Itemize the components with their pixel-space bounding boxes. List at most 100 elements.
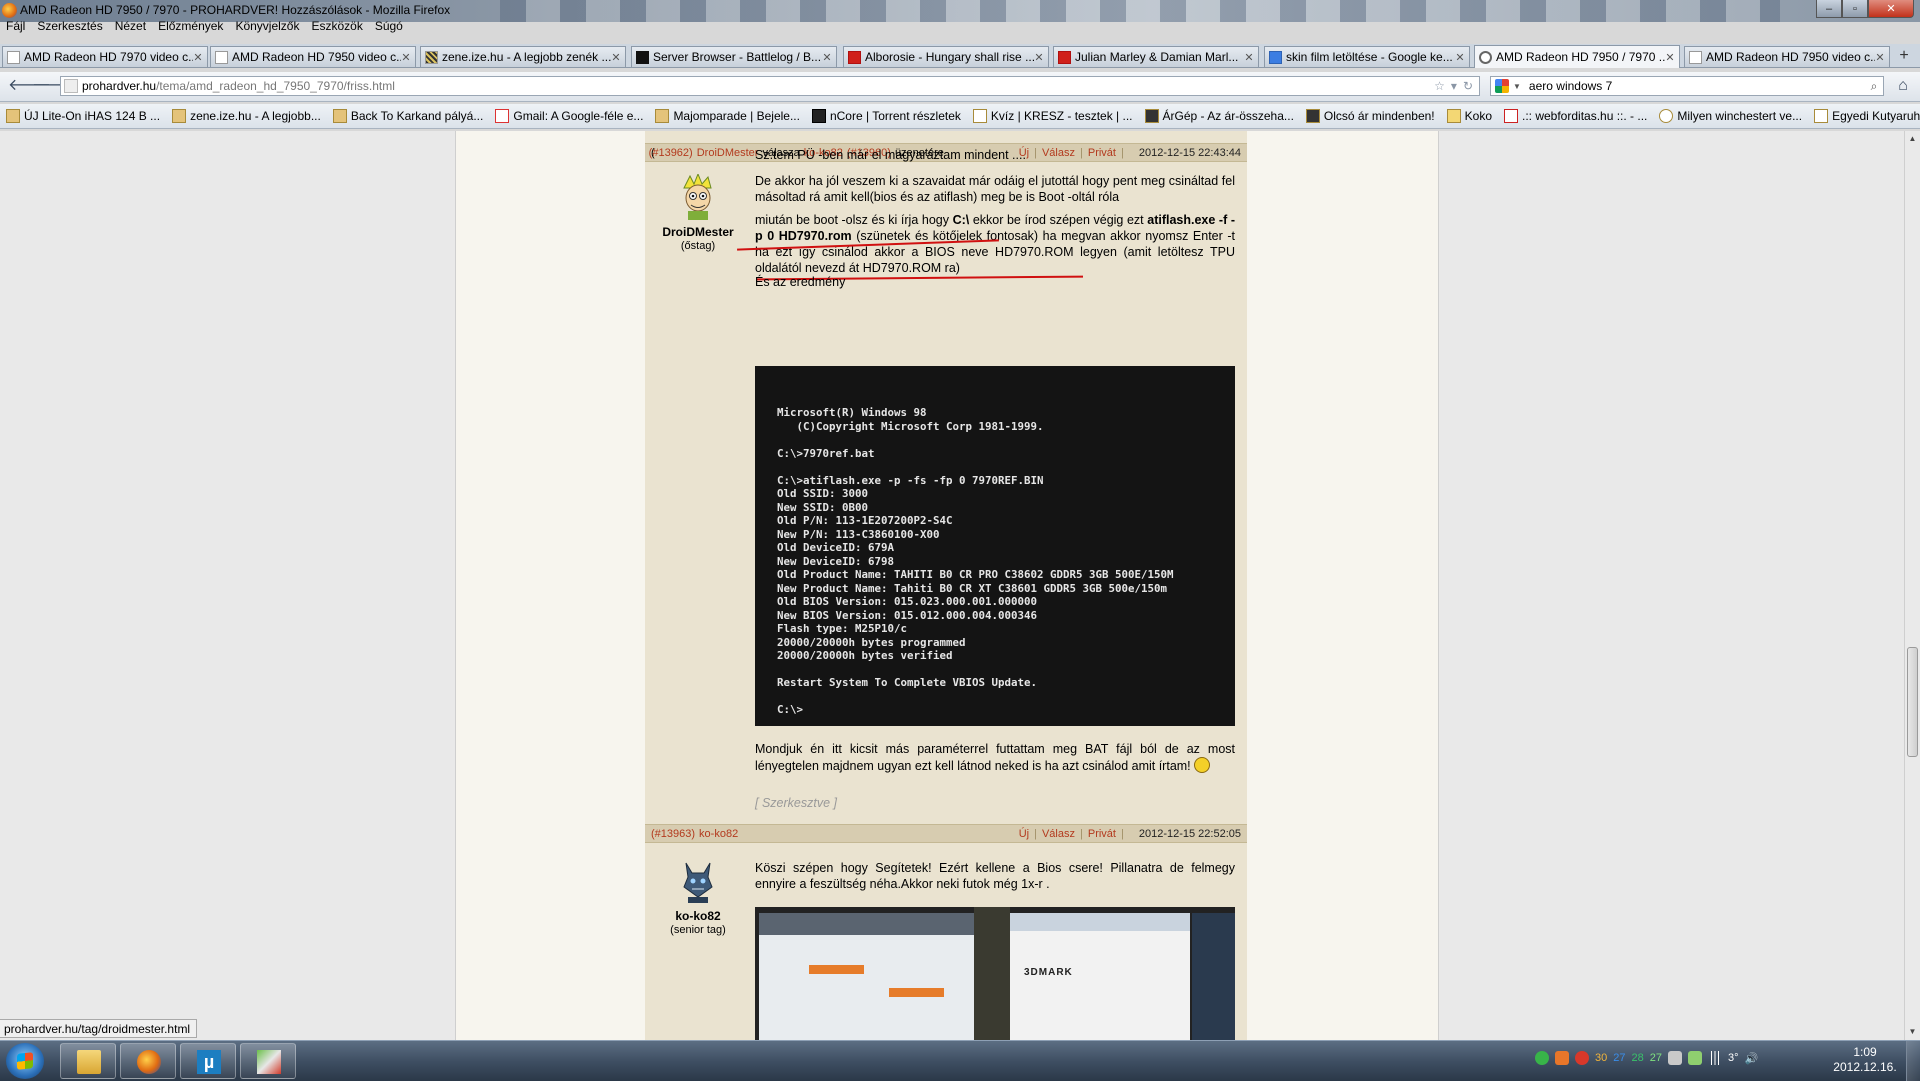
bookmark-item[interactable]: nCore | Torrent részletek <box>811 109 961 123</box>
clock[interactable]: 1:09 2012.12.16. <box>1830 1045 1900 1075</box>
menu-tools[interactable]: Eszközök <box>305 17 368 35</box>
tab-9[interactable]: AMD Radeon HD 7950 video c... ✕ <box>1684 46 1890 67</box>
site-identity-icon[interactable] <box>64 79 78 93</box>
bookmark-item[interactable]: .:: webforditas.hu ::. - ... <box>1504 109 1647 123</box>
scrollbar-thumb[interactable] <box>1907 647 1918 757</box>
url-path: /tema/amd_radeon_hd_7950_7970/friss.html <box>156 79 395 93</box>
bookmark-item[interactable]: Olcsó ár mindenben! <box>1305 109 1435 123</box>
history-dropdown-icon[interactable]: ▾ <box>1451 79 1457 93</box>
menu-history[interactable]: Előzmények <box>152 17 229 35</box>
show-desktop-button[interactable] <box>1906 1041 1920 1081</box>
page-scrollbar[interactable]: ▲ ▼ <box>1904 131 1920 1040</box>
post-paragraph: Köszi szépen hogy Segítetek! Ezért kelle… <box>755 861 1235 891</box>
firefox-icon[interactable] <box>2 3 17 18</box>
tab-close-icon[interactable]: ✕ <box>193 51 203 64</box>
volume-icon[interactable]: 🔊 <box>1745 1052 1759 1065</box>
smiley-icon <box>1194 757 1211 773</box>
user-name[interactable]: ko-ko82 <box>643 909 753 923</box>
bookmark-item[interactable]: Back To Karkand pályá... <box>332 109 483 123</box>
tray-app-icon[interactable] <box>1555 1051 1569 1065</box>
page-icon <box>1689 50 1702 64</box>
google-search-engine-icon[interactable] <box>1495 79 1509 93</box>
search-input[interactable]: aero windows 7 <box>1529 79 1865 93</box>
user-avatar[interactable] <box>678 174 718 220</box>
tab-1[interactable]: AMD Radeon HD 7970 video c... ✕ <box>2 46 208 67</box>
new-tab-button[interactable]: + <box>1894 47 1914 66</box>
taskbar-firefox[interactable] <box>120 1043 176 1079</box>
reply-link[interactable]: Válasz <box>1042 828 1075 840</box>
bookmark-item[interactable]: Egyedi Kutyaruhák!!! A... <box>1814 109 1920 123</box>
console-screenshot-image[interactable]: Microsoft(R) Windows 98 (C)Copyright Mic… <box>755 366 1235 726</box>
back-button[interactable]: 🡐 <box>8 77 51 95</box>
menu-file[interactable]: Fájl <box>0 17 31 35</box>
tab-3[interactable]: zene.ize.hu - A legjobb zenék ... ✕ <box>420 46 626 67</box>
reload-icon[interactable]: ↻ <box>1463 79 1473 93</box>
tab-close-icon[interactable]: ✕ <box>1455 51 1465 64</box>
tray-alert-icon[interactable] <box>1575 1051 1589 1065</box>
edited-link[interactable]: [ Szerkesztve ] <box>755 796 837 810</box>
tab-5[interactable]: Alborosie - Hungary shall rise ... ✕ <box>843 46 1049 67</box>
menu-edit[interactable]: Szerkesztés <box>31 17 108 35</box>
tab-2[interactable]: AMD Radeon HD 7950 video c... ✕ <box>210 46 416 67</box>
start-button[interactable] <box>6 1043 44 1079</box>
tab-close-icon[interactable]: ✕ <box>1244 51 1254 64</box>
search-bar[interactable]: ▼ aero windows 7 ⌕ <box>1490 76 1884 96</box>
new-link[interactable]: Új <box>1019 828 1029 840</box>
maximize-button[interactable]: ▫ <box>1842 0 1868 18</box>
taskbar-explorer[interactable] <box>60 1043 116 1079</box>
network-icon[interactable] <box>1708 1051 1722 1065</box>
tab-7[interactable]: skin film letöltése - Google ke... ✕ <box>1264 46 1470 67</box>
tab-8-active[interactable]: AMD Radeon HD 7950 / 7970 ... ✕ <box>1474 45 1680 68</box>
tab-6[interactable]: Julian Marley & Damian Marl... ✕ <box>1053 46 1259 67</box>
bookmark-star-icon[interactable]: ☆ <box>1434 79 1445 93</box>
bookmark-item[interactable]: Kvíz | KRESZ - tesztek | ... <box>972 109 1133 123</box>
post-id[interactable]: (#13963) <box>651 828 695 840</box>
author-link[interactable]: DroiDMester <box>697 147 759 159</box>
taskbar-paint[interactable] <box>240 1043 296 1079</box>
bookmark-folder[interactable]: Koko <box>1446 109 1492 123</box>
author-link[interactable]: ko-ko82 <box>699 828 738 840</box>
bookmark-item[interactable]: Gmail: A Google-féle e... <box>495 109 643 123</box>
post-id[interactable]: (#13962) <box>649 147 693 159</box>
tab-close-icon[interactable]: ✕ <box>822 51 832 64</box>
tab-close-icon[interactable]: ✕ <box>1034 51 1044 64</box>
bookmark-item[interactable]: ÁrGép - Az ár-összeha... <box>1144 109 1294 123</box>
tray-app-icon[interactable] <box>1535 1051 1549 1065</box>
minimize-button[interactable]: – <box>1816 0 1842 18</box>
bookmark-item[interactable]: ÚJ Lite-On iHAS 124 B ... <box>6 109 160 123</box>
forward-button[interactable]: 🡒 <box>32 77 75 95</box>
tray-app-icon[interactable] <box>1668 1051 1682 1065</box>
console-output: Microsoft(R) Windows 98 (C)Copyright Mic… <box>777 406 1174 716</box>
user-name[interactable]: DroiDMester <box>643 225 753 239</box>
tray-app-icon[interactable] <box>1688 1051 1702 1065</box>
user-avatar[interactable] <box>678 857 718 903</box>
engine-dropdown-icon[interactable]: ▼ <box>1513 82 1521 91</box>
tab-close-icon[interactable]: ✕ <box>1875 51 1885 64</box>
bookmark-item[interactable]: zene.ize.hu - A legjobb... <box>172 109 321 123</box>
bookmark-item[interactable]: Majomparade | Bejele... <box>655 109 800 123</box>
taskbar-utorrent[interactable]: µ <box>180 1043 236 1079</box>
tab-close-icon[interactable]: ✕ <box>401 51 411 64</box>
private-link[interactable]: Privát <box>1088 828 1116 840</box>
post-header: (#13963) ko-ko82 Új | Válasz | Privát | 201… <box>645 824 1247 843</box>
tray-temp-core3: 27 <box>1649 1052 1662 1064</box>
benchmark-window-right: 3DMARK <box>1010 913 1190 1040</box>
menu-bookmarks[interactable]: Könyvjelzők <box>229 17 305 35</box>
bookmark-item[interactable]: Milyen winchestert ve... <box>1659 109 1802 123</box>
url-bar[interactable]: prohardver.hu/tema/amd_radeon_hd_7950_79… <box>60 76 1480 96</box>
scroll-down-arrow-icon[interactable]: ▼ <box>1905 1024 1920 1040</box>
bookmark-favicon <box>1659 109 1674 123</box>
close-button[interactable]: ✕ <box>1868 0 1914 18</box>
bookmark-favicon <box>655 109 670 123</box>
tab-close-icon[interactable]: ✕ <box>1665 51 1675 64</box>
menu-help[interactable]: Súgó <box>369 17 409 35</box>
home-button[interactable]: ⌂ <box>1893 77 1913 95</box>
scroll-up-arrow-icon[interactable]: ▲ <box>1905 131 1920 147</box>
youtube-icon <box>848 50 861 64</box>
benchmark-screenshot-image[interactable]: 3DMARK <box>755 907 1235 1040</box>
search-icon[interactable]: ⌕ <box>1865 79 1883 94</box>
tab-4[interactable]: Server Browser - Battlelog / B... ✕ <box>631 46 837 67</box>
bookmark-favicon <box>1504 109 1518 123</box>
menu-view[interactable]: Nézet <box>109 17 152 35</box>
tab-close-icon[interactable]: ✕ <box>611 51 621 64</box>
